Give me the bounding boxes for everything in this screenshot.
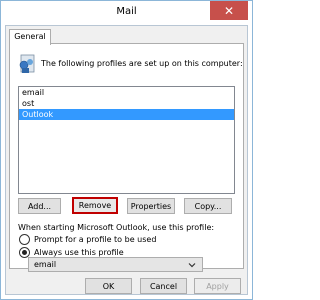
mail-dialog: Mail ✕ General The following profiles ar…: [0, 0, 253, 300]
ok-button[interactable]: OK: [85, 278, 132, 294]
list-item[interactable]: ost: [19, 98, 234, 109]
always-radio-label[interactable]: Always use this profile: [34, 248, 124, 257]
startup-label: When starting Microsoft Outlook, use thi…: [18, 223, 215, 232]
copy-button[interactable]: Copy...: [184, 198, 232, 214]
chevron-down-icon: [188, 263, 196, 268]
properties-button[interactable]: Properties: [127, 198, 175, 214]
intro-text: The following profiles are set up on thi…: [41, 59, 243, 68]
close-button[interactable]: ✕: [210, 1, 248, 20]
profiles-icon: [19, 54, 35, 73]
general-panel: The following profiles are set up on thi…: [9, 43, 244, 269]
radio-selected-dot: [22, 250, 27, 255]
close-icon: ✕: [223, 3, 235, 18]
prompt-radio[interactable]: [19, 234, 30, 245]
remove-button[interactable]: Remove: [72, 197, 118, 214]
list-item[interactable]: Outlook: [19, 109, 234, 120]
title-bar: Mail ✕: [1, 1, 252, 25]
prompt-radio-label[interactable]: Prompt for a profile to be used: [34, 235, 156, 244]
apply-button[interactable]: Apply: [194, 278, 241, 294]
list-item[interactable]: email: [19, 87, 234, 98]
profile-select-value: email: [34, 260, 57, 269]
add-button[interactable]: Add...: [18, 198, 61, 214]
profile-select[interactable]: email: [28, 257, 203, 272]
cancel-button[interactable]: Cancel: [140, 278, 187, 294]
tab-general[interactable]: General: [9, 29, 51, 45]
profile-list[interactable]: email ost Outlook: [18, 86, 235, 194]
dialog-client: General The following profiles are set u…: [5, 25, 248, 295]
